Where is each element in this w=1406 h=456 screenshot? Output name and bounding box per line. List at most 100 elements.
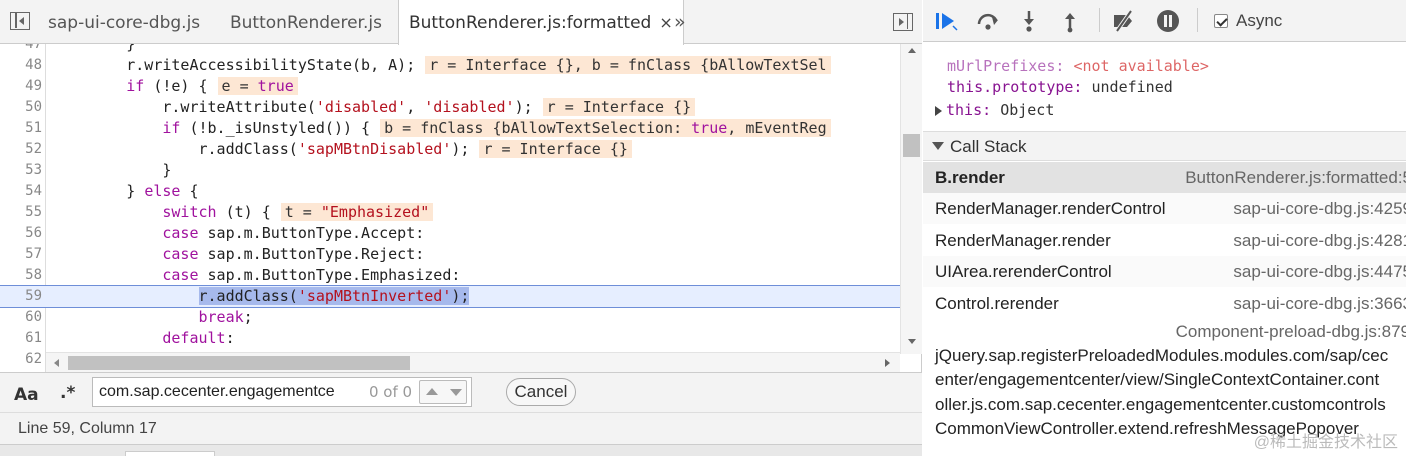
inline-value-annotation: e = true bbox=[217, 77, 298, 95]
horizontal-scrollbar[interactable] bbox=[46, 352, 900, 372]
vertical-scrollbar[interactable] bbox=[900, 44, 922, 354]
tab-buttonrenderer-formatted[interactable]: ButtonRenderer.js:formatted × bbox=[398, 0, 684, 45]
frame-location[interactable]: sap-ui-core-dbg.js:3663 bbox=[1233, 294, 1406, 314]
step-out-icon[interactable] bbox=[1057, 8, 1083, 34]
scroll-left-arrow-icon[interactable] bbox=[54, 359, 59, 367]
search-input[interactable] bbox=[99, 378, 363, 406]
tab-buttonrenderer[interactable]: ButtonRenderer.js bbox=[220, 0, 392, 44]
line-number[interactable]: 55 bbox=[0, 202, 42, 223]
call-frame[interactable]: RenderManager.render sap-ui-core-dbg.js:4… bbox=[923, 225, 1406, 256]
cancel-button[interactable]: Cancel bbox=[506, 378, 576, 406]
line-number[interactable]: 52 bbox=[0, 139, 42, 160]
horizontal-scroll-thumb[interactable] bbox=[68, 356, 410, 370]
close-tab-icon[interactable]: × bbox=[659, 13, 672, 32]
call-stack-title: Call Stack bbox=[950, 137, 1027, 156]
selected-text: r.addClass('sapMBtnInverted'); bbox=[198, 287, 470, 305]
frame-location[interactable]: ButtonRenderer.js:formatted:5 bbox=[1185, 168, 1406, 188]
line-number[interactable]: 61 bbox=[0, 328, 42, 349]
code-editor[interactable]: 47 } 48 r.writeAccessibilityState(b, A); r… bbox=[0, 44, 900, 372]
property-name: mUrlPrefixes: bbox=[947, 57, 1065, 75]
line-text: case sap.m.ButtonType.Emphasized: bbox=[162, 266, 461, 284]
property-value: <not available> bbox=[1073, 57, 1209, 75]
code-line[interactable]: 56 case sap.m.ButtonType.Accept: bbox=[0, 223, 900, 244]
line-number[interactable]: 57 bbox=[0, 244, 42, 265]
scope-row-url-prefixes[interactable]: mUrlPrefixes: <not available> bbox=[947, 55, 1209, 77]
call-frame[interactable]: UIArea.rerenderControl sap-ui-core-dbg.js… bbox=[923, 256, 1406, 287]
line-text: default: bbox=[162, 329, 235, 347]
deactivate-breakpoints-icon[interactable] bbox=[1111, 8, 1137, 34]
match-case-button[interactable]: Aa bbox=[14, 385, 39, 405]
call-frame[interactable]: Control.rerender sap-ui-core-dbg.js:3663 bbox=[923, 288, 1406, 319]
async-checkbox[interactable] bbox=[1214, 14, 1228, 28]
line-text: r.writeAccessibilityState(b, A); r = Inte… bbox=[54, 55, 831, 76]
scope-row-this[interactable]: this: Object bbox=[935, 99, 1054, 121]
search-bar: Aa .* 0 of 0 Cancel bbox=[0, 372, 922, 412]
search-nav-buttons bbox=[419, 380, 467, 404]
drawer-tab[interactable] bbox=[125, 451, 215, 456]
frame-function-name: RenderManager.renderControl bbox=[935, 199, 1166, 218]
line-number[interactable]: 54 bbox=[0, 181, 42, 202]
scope-row-prototype[interactable]: this.prototype: undefined bbox=[947, 76, 1173, 98]
toggle-debugger-sidebar-icon[interactable] bbox=[893, 13, 913, 31]
frame-function-name: RenderManager.render bbox=[935, 231, 1111, 250]
call-frame[interactable]: RenderManager.renderControl sap-ui-core-d… bbox=[923, 193, 1406, 224]
line-number[interactable]: 53 bbox=[0, 160, 42, 181]
frame-location[interactable]: sap-ui-core-dbg.js:4475 bbox=[1233, 262, 1406, 282]
code-line[interactable]: 58 case sap.m.ButtonType.Emphasized: bbox=[0, 265, 900, 286]
expand-triangle-icon[interactable] bbox=[935, 105, 942, 116]
pause-on-exceptions-icon[interactable] bbox=[1155, 8, 1181, 34]
line-number[interactable]: 58 bbox=[0, 265, 42, 286]
code-line[interactable]: 54 } else { bbox=[0, 181, 900, 202]
code-line[interactable]: 53 } bbox=[0, 160, 900, 181]
more-tabs-icon[interactable]: » bbox=[674, 0, 686, 44]
line-number[interactable]: 56 bbox=[0, 223, 42, 244]
property-name: this: bbox=[946, 101, 992, 119]
code-line[interactable]: 60 break; bbox=[0, 307, 900, 328]
call-frame[interactable]: B.render ButtonRenderer.js:formatted:5 bbox=[923, 162, 1406, 193]
toggle-navigator-icon[interactable] bbox=[10, 12, 30, 30]
property-value: undefined bbox=[1091, 78, 1173, 96]
frame-function-line: oller.js.com.sap.cecenter.engagementcent… bbox=[935, 395, 1386, 414]
property-name: this.prototype: bbox=[947, 78, 1083, 96]
line-number[interactable]: 50 bbox=[0, 97, 42, 118]
call-stack-header[interactable]: Call Stack bbox=[923, 131, 1406, 161]
code-line[interactable]: 49 if (!e) {e = true bbox=[0, 76, 900, 97]
tab-sap-ui-core-dbg[interactable]: sap-ui-core-dbg.js bbox=[38, 0, 210, 44]
line-number[interactable]: 48 bbox=[0, 55, 42, 76]
step-over-icon[interactable] bbox=[975, 8, 1001, 34]
line-number[interactable]: 49 bbox=[0, 76, 42, 97]
call-frame-long[interactable]: Component-preload-dbg.js:879 jQuery.sap.… bbox=[923, 320, 1406, 456]
scroll-right-arrow-icon[interactable] bbox=[885, 359, 890, 367]
line-number[interactable]: 59 bbox=[0, 286, 42, 307]
vertical-scroll-thumb[interactable] bbox=[903, 134, 920, 157]
search-field[interactable]: 0 of 0 bbox=[92, 377, 472, 407]
code-line[interactable]: 50 r.writeAttribute('disabled', 'disable… bbox=[0, 97, 900, 118]
code-line[interactable]: 47 } bbox=[0, 44, 900, 55]
frame-location[interactable]: sap-ui-core-dbg.js:4259 bbox=[1233, 199, 1406, 219]
frame-location[interactable]: sap-ui-core-dbg.js:4281 bbox=[1233, 231, 1406, 251]
code-line[interactable]: 52 r.addClass('sapMBtnDisabled'); r = Int… bbox=[0, 139, 900, 160]
code-line[interactable]: 48 r.writeAccessibilityState(b, A); r = I… bbox=[0, 55, 900, 76]
frame-location[interactable]: Component-preload-dbg.js:879 bbox=[1176, 322, 1406, 342]
next-match-icon[interactable] bbox=[450, 389, 462, 396]
line-number[interactable]: 60 bbox=[0, 307, 42, 328]
collapse-triangle-icon[interactable] bbox=[932, 142, 944, 150]
scroll-down-arrow-icon[interactable] bbox=[908, 339, 916, 344]
step-into-icon[interactable] bbox=[1016, 8, 1042, 34]
line-number[interactable]: 51 bbox=[0, 118, 42, 139]
scroll-up-arrow-icon[interactable] bbox=[908, 48, 916, 53]
regex-button[interactable]: .* bbox=[60, 383, 75, 403]
code-line[interactable]: 57 case sap.m.ButtonType.Reject: bbox=[0, 244, 900, 265]
line-number[interactable]: 62 bbox=[0, 349, 42, 370]
code-line[interactable]: 51 if (!b._isUnstyled()) {b = fnClass {b… bbox=[0, 118, 900, 139]
previous-match-icon[interactable] bbox=[426, 388, 438, 395]
code-line[interactable]: 59 r.addClass('sapMBtnInverted'); bbox=[0, 285, 900, 308]
inline-value-annotation: r = Interface {} bbox=[542, 98, 696, 116]
toolbar-separator bbox=[1197, 8, 1198, 32]
line-text: case sap.m.ButtonType.Reject: bbox=[162, 245, 425, 263]
line-number[interactable]: 47 bbox=[0, 44, 42, 55]
code-line[interactable]: 55 switch (t) {t = "Emphasized" bbox=[0, 202, 900, 223]
inline-value-annotation: b = fnClass {bAllowTextSelection: true, … bbox=[380, 119, 831, 137]
code-line[interactable]: 61 default: bbox=[0, 328, 900, 349]
resume-icon[interactable] bbox=[933, 8, 959, 34]
